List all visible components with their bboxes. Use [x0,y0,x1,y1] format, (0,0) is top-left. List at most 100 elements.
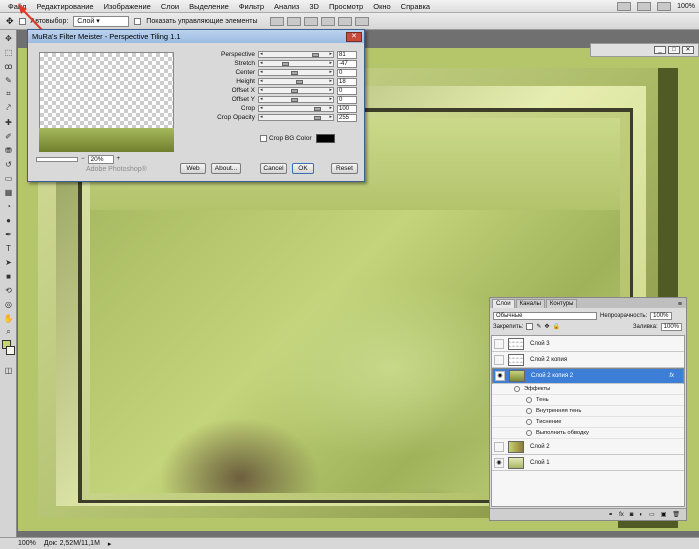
new-layer-icon[interactable]: ▣ [661,511,667,518]
panel-menu-icon[interactable]: ≡ [678,301,682,308]
slider-thumb[interactable] [313,116,321,120]
slider-thumb[interactable] [282,62,290,66]
slider-thumb[interactable] [296,80,304,84]
layer-row-selected[interactable]: ◉ Слой 2 копия 2 fx [492,368,684,384]
slider-left-arrow-icon[interactable]: ◂ [260,114,263,120]
dialog-titlebar[interactable]: MuRa's Filter Meister - Perspective Tili… [28,30,364,43]
add-mask-icon[interactable]: ◙ [630,512,634,518]
slider-left-arrow-icon[interactable]: ◂ [260,51,263,57]
param-value-field[interactable]: 255 [337,113,357,122]
slider-left-arrow-icon[interactable]: ◂ [260,60,263,66]
param-slider[interactable]: ◂ ▸ [258,96,334,103]
slider-thumb[interactable] [290,71,298,75]
param-value-field[interactable]: 0 [337,86,357,95]
slider-left-arrow-icon[interactable]: ◂ [260,78,263,84]
param-slider[interactable]: ◂ ▸ [258,87,334,94]
eye-icon[interactable] [526,419,532,425]
slider-thumb[interactable] [311,53,319,57]
eye-icon[interactable]: ◉ [495,371,505,381]
slider-left-arrow-icon[interactable]: ◂ [260,87,263,93]
crop-bg-color-checkbox[interactable] [260,135,267,142]
param-value-field[interactable]: 18 [337,77,357,86]
layer-name[interactable]: Слой 3 [530,341,550,347]
eye-icon[interactable] [514,386,520,392]
param-slider[interactable]: ◂ ▸ [258,69,334,76]
slider-thumb[interactable] [290,89,298,93]
lock-label: Закрепить: [493,323,524,330]
layer-row[interactable]: Слой 3 [492,336,684,352]
dialog-close-button[interactable]: ✕ [346,31,362,42]
layer-row[interactable]: Слой 2 копия [492,352,684,368]
slider-thumb[interactable] [290,98,298,102]
effect-item[interactable]: Выполнить обводку [492,428,684,439]
lock-pixels-icon[interactable]: ✎ [536,323,541,330]
param-slider[interactable]: ◂ ▸ [258,60,334,67]
reset-button[interactable]: Reset [331,163,358,174]
param-slider[interactable]: ◂ ▸ [258,78,334,85]
effect-item[interactable]: Тень [492,395,684,406]
tab-paths[interactable]: Контуры [545,299,578,308]
eye-icon[interactable] [526,430,532,436]
slider-thumb[interactable] [313,107,321,111]
cancel-button[interactable]: Cancel [260,163,287,174]
zoom-out-button[interactable]: − [81,156,85,162]
ok-button[interactable]: OK [292,163,314,174]
slider-right-arrow-icon[interactable]: ▸ [329,87,332,93]
adjustment-layer-icon[interactable]: ◐ [639,512,643,518]
layer-row[interactable]: Слой 2 [492,439,684,455]
slider-right-arrow-icon[interactable]: ▸ [329,69,332,75]
add-style-icon[interactable]: fx [619,512,624,518]
eye-icon[interactable] [526,408,532,414]
layer-thumbnail [508,440,524,453]
about-button[interactable]: About... [211,163,241,174]
slider-left-arrow-icon[interactable]: ◂ [260,105,263,111]
fx-icon[interactable]: fx [669,372,674,381]
fill-field[interactable]: 100% [660,322,682,331]
visibility-toggle[interactable] [494,441,504,452]
tab-channels[interactable]: Каналы [515,299,545,308]
param-value-field[interactable]: 100 [337,104,357,113]
param-value-field[interactable]: 81 [337,50,357,59]
blend-mode-dropdown[interactable]: Обычные [493,311,597,320]
layer-name[interactable]: Слой 1 [530,460,550,466]
web-button[interactable]: Web [180,163,206,174]
param-slider[interactable]: ◂ ▸ [258,114,334,121]
lock-all-icon[interactable]: 🔒 [552,323,559,330]
slider-right-arrow-icon[interactable]: ▸ [329,96,332,102]
panel-tabs: Слои Каналы Контуры ≡ [490,298,686,308]
lock-transparency-icon[interactable] [526,323,534,330]
layer-row[interactable]: ◉ Слой 1 [492,455,684,471]
slider-left-arrow-icon[interactable]: ◂ [260,69,263,75]
slider-right-arrow-icon[interactable]: ▸ [329,105,332,111]
slider-right-arrow-icon[interactable]: ▸ [329,78,332,84]
visibility-toggle[interactable] [494,354,504,365]
status-zoom[interactable]: 100% [18,540,36,547]
param-value-field[interactable]: 0 [337,68,357,77]
visibility-toggle[interactable] [494,338,504,349]
param-value-field[interactable]: -47 [337,59,357,68]
lock-position-icon[interactable]: ✥ [544,323,549,330]
layer-name[interactable]: Слой 2 [530,444,550,450]
new-group-icon[interactable]: ▭ [649,511,655,518]
layer-name[interactable]: Слой 2 копия 2 [531,372,573,381]
opacity-field[interactable]: 100% [650,311,672,320]
slider-left-arrow-icon[interactable]: ◂ [260,96,263,102]
delete-layer-icon[interactable]: 🗑 [672,511,680,518]
effect-item[interactable]: Внутренняя тень [492,406,684,417]
slider-right-arrow-icon[interactable]: ▸ [329,114,332,120]
param-slider[interactable]: ◂ ▸ [258,105,334,112]
slider-right-arrow-icon[interactable]: ▸ [329,60,332,66]
zoom-slider[interactable] [36,156,78,162]
param-value-field[interactable]: 0 [337,95,357,104]
link-layers-icon[interactable]: ⚭ [608,511,613,518]
layer-name[interactable]: Слой 2 копия [530,357,567,363]
eye-icon[interactable] [526,397,532,403]
param-slider[interactable]: ◂ ▸ [258,51,334,58]
eye-icon[interactable]: ◉ [494,457,504,468]
crop-bg-color-swatch[interactable] [316,134,335,143]
status-arrow-icon[interactable]: ▸ [108,540,112,548]
slider-right-arrow-icon[interactable]: ▸ [329,51,332,57]
effect-item[interactable]: Тиснение [492,417,684,428]
tab-layers[interactable]: Слои [492,299,515,308]
zoom-in-button[interactable]: + [117,156,121,162]
